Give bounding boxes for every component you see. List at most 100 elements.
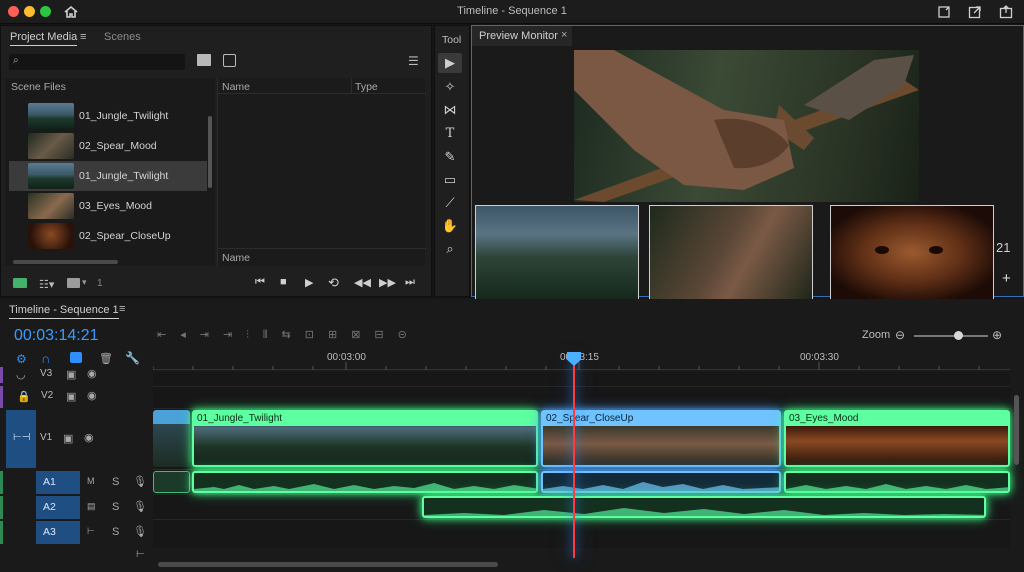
- waveform: [543, 482, 779, 491]
- mute-icon[interactable]: ▤: [87, 501, 96, 512]
- lock-icon[interactable]: 🔒: [17, 390, 31, 403]
- panel-menu-icon[interactable]: ≡: [80, 31, 86, 43]
- eye-icon[interactable]: ◉: [87, 367, 97, 380]
- preview-thumbnail-spear[interactable]: [649, 205, 813, 300]
- lock-icon[interactable]: ◡: [16, 368, 26, 381]
- audio-clip-selected[interactable]: [541, 471, 781, 493]
- solo-icon[interactable]: S: [112, 501, 119, 513]
- microphone-icon[interactable]: 🎙: [133, 475, 147, 488]
- tab-scenes[interactable]: Scenes: [104, 31, 141, 43]
- folder-icon[interactable]: [197, 54, 211, 66]
- list-item-selected[interactable]: 01_Jungle_Twilight: [9, 161, 207, 191]
- trim-tool[interactable]: ⋈: [438, 100, 462, 120]
- audio-clip-partial[interactable]: [153, 471, 190, 493]
- audio-clip[interactable]: [784, 471, 1010, 493]
- trash-icon[interactable]: 🗑: [99, 352, 113, 365]
- list-item[interactable]: 02_Spear_CloseUp: [9, 221, 207, 251]
- rectangle-tool[interactable]: ▭: [438, 170, 462, 190]
- column-header-name[interactable]: Name: [222, 81, 250, 93]
- magic-tool[interactable]: ✧: [438, 77, 462, 97]
- playhead-line[interactable]: [573, 357, 575, 558]
- tab-preview-monitor[interactable]: Preview Monitor: [479, 30, 558, 42]
- scene-files-header: Scene Files: [11, 81, 66, 93]
- loop-icon[interactable]: ⟲: [328, 275, 339, 291]
- magnet-icon[interactable]: ∩: [41, 351, 50, 366]
- share-icon[interactable]: [998, 4, 1014, 20]
- ruler-ticks: [153, 362, 980, 370]
- film-icon[interactable]: ▣: [66, 368, 76, 381]
- list-scrollbar[interactable]: [208, 116, 212, 188]
- timecode-display[interactable]: 00:03:14:21: [14, 327, 99, 345]
- thumbnail: [28, 193, 74, 219]
- step-forward-icon[interactable]: ⏭: [405, 276, 415, 289]
- list-item[interactable]: 01_Jungle_Twilight: [9, 101, 207, 131]
- eyedropper-tool[interactable]: ⟋: [438, 193, 462, 213]
- sync-lock-icon[interactable]: ⊢⊣: [13, 432, 30, 443]
- pen-tool[interactable]: ✎: [438, 147, 462, 167]
- type-tool[interactable]: T: [438, 123, 462, 143]
- microphone-icon[interactable]: 🎙: [133, 525, 147, 538]
- zoom-slider[interactable]: [914, 335, 988, 337]
- search-input[interactable]: ⌕: [9, 54, 185, 70]
- view-options-icon[interactable]: ☷▾: [39, 278, 54, 291]
- film-icon[interactable]: ▣: [66, 390, 76, 403]
- selection-tool[interactable]: ▶: [438, 53, 462, 73]
- timeline-hscrollbar[interactable]: [158, 562, 498, 567]
- hand-tool[interactable]: ✋: [438, 216, 462, 236]
- solo-icon[interactable]: S: [112, 476, 119, 488]
- audio-clip[interactable]: [192, 471, 538, 493]
- rewind-icon[interactable]: ◀◀: [354, 276, 371, 289]
- eye-icon[interactable]: ◉: [84, 431, 94, 444]
- linked-selection-icon[interactable]: [70, 352, 82, 363]
- list-item-label: 03_Eyes_Mood: [79, 200, 152, 212]
- zoom-in-icon[interactable]: ⊕: [992, 328, 1002, 342]
- timeline-toolbar-icons[interactable]: ⇤◂⇥⇥⫶⫴⇆⊡⊞⊠⊟⊝: [157, 328, 421, 342]
- eye-icon[interactable]: ◉: [87, 389, 97, 402]
- zoom-icon: ⌕: [446, 241, 454, 256]
- video-clip-partial[interactable]: [153, 410, 190, 467]
- project-panel: Project Media ≡ Scenes ⌕ ☰ Scene Files 0…: [0, 25, 432, 297]
- audio-clip[interactable]: [422, 496, 986, 518]
- list-item[interactable]: 02_Spear_Mood: [9, 131, 207, 161]
- preview-thumbnail-eyes[interactable]: [830, 205, 994, 300]
- collapse-tracks-icon[interactable]: ⊢: [136, 549, 145, 560]
- step-back-icon[interactable]: ⏮: [255, 276, 265, 289]
- new-bin-icon[interactable]: [13, 278, 27, 288]
- tab-timeline-sequence[interactable]: Timeline - Sequence 1: [9, 304, 119, 319]
- clip-label: 01_Jungle_Twilight: [194, 412, 536, 426]
- list-item[interactable]: 03_Eyes_Mood: [9, 191, 207, 221]
- stop-icon[interactable]: ■: [280, 276, 287, 288]
- video-clip[interactable]: 01_Jungle_Twilight: [192, 410, 538, 467]
- zoom-tool[interactable]: ⌕: [438, 239, 462, 259]
- folder-icon[interactable]: [67, 278, 80, 288]
- bin-icon[interactable]: [223, 54, 236, 67]
- snap-icon[interactable]: ⚙: [16, 352, 27, 366]
- clip-label: 03_Eyes_Mood: [786, 412, 1008, 426]
- sync-icon[interactable]: ⊢: [87, 526, 95, 537]
- add-icon[interactable]: +: [1002, 270, 1011, 287]
- column-header-type[interactable]: Type: [355, 81, 378, 93]
- solo-icon[interactable]: S: [112, 526, 119, 538]
- text-icon: T: [445, 125, 455, 141]
- video-clip[interactable]: 03_Eyes_Mood: [784, 410, 1010, 467]
- video-clip-selected[interactable]: 02_Spear_CloseUp: [541, 410, 781, 467]
- close-tab-icon[interactable]: ×: [561, 29, 567, 41]
- timeline-vscrollbar[interactable]: [1014, 395, 1019, 465]
- preview-thumbnail-jungle[interactable]: [475, 205, 639, 300]
- panel-menu-icon[interactable]: ≡: [119, 303, 125, 315]
- mute-icon[interactable]: M: [87, 476, 95, 486]
- list-hscrollbar[interactable]: [13, 260, 118, 264]
- dropdown-chevron-icon[interactable]: ▾: [82, 277, 87, 288]
- fast-forward-icon[interactable]: ▶▶: [379, 276, 396, 289]
- wrench-icon[interactable]: 🔧: [125, 351, 140, 365]
- crop-icon[interactable]: [936, 4, 952, 20]
- list-view-icon[interactable]: ☰: [408, 54, 419, 68]
- zoom-out-icon[interactable]: ⊖: [895, 328, 905, 342]
- export-icon[interactable]: [967, 4, 983, 20]
- arrow-icon: ▶: [445, 55, 455, 70]
- track-header-a2: A2 ▤ S 🎙: [0, 496, 152, 519]
- tab-project-media[interactable]: Project Media: [10, 31, 78, 46]
- microphone-icon[interactable]: 🎙: [133, 500, 147, 513]
- film-icon[interactable]: ▣: [63, 432, 73, 445]
- play-icon[interactable]: ▶: [305, 276, 313, 289]
